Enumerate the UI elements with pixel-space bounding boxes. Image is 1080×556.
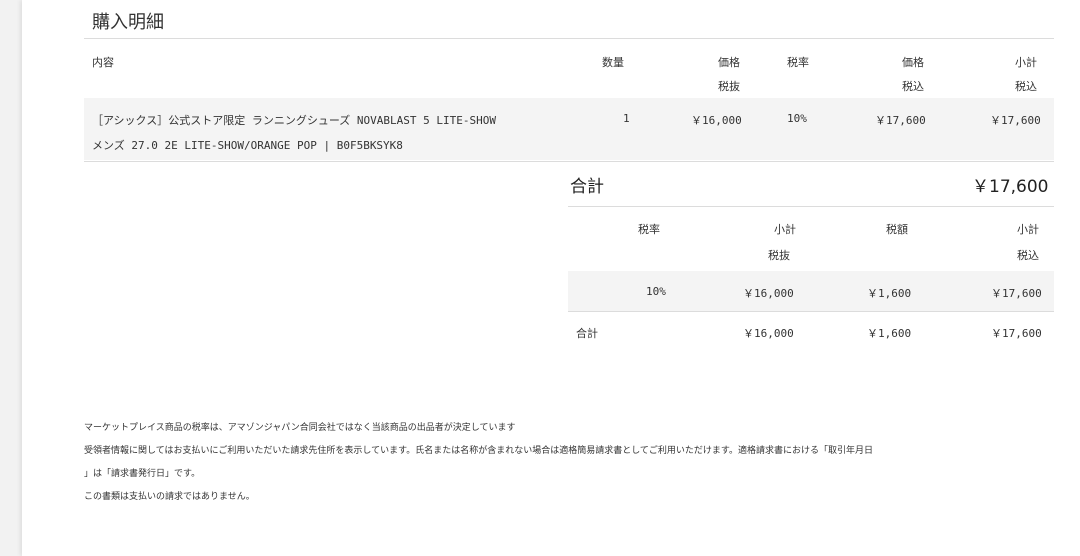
- header-tax-rate: 税率: [787, 56, 809, 69]
- item-row-divider: [84, 161, 1054, 162]
- tax-total-subtotal-ex: ￥16,000: [743, 327, 794, 340]
- item-description-line1: ［アシックス］公式ストア限定 ランニングシューズ NOVABLAST 5 LIT…: [92, 114, 496, 127]
- grand-total-label: 合計: [570, 177, 604, 197]
- header-price-in: 価格: [902, 56, 924, 69]
- tax-header-subtotal-ex-note: 税抜: [768, 249, 790, 262]
- tax-row: [568, 271, 1054, 311]
- invoice-page: 購入明細 内容 数量 価格 税抜 税率 価格 税込 小計 税込 ［アシックス］公…: [22, 0, 1080, 556]
- item-description-line2: メンズ 27.0 2E LITE-SHOW/ORANGE POP | B0F5B…: [92, 139, 403, 152]
- note-line: この書類は支払いの請求ではありません。: [84, 492, 255, 502]
- item-price-ex: ￥16,000: [691, 114, 742, 127]
- header-price-ex: 価格: [718, 56, 740, 69]
- grand-total-value: ￥17,600: [972, 177, 1049, 197]
- grand-total-divider: [568, 206, 1054, 207]
- note-line: 」は「請求書発行日」です。: [84, 469, 201, 479]
- tax-total-tax-amount: ￥1,600: [867, 327, 912, 340]
- item-tax-rate: 10%: [787, 112, 807, 125]
- tax-row-divider: [568, 311, 1054, 312]
- page-title: 購入明細: [92, 12, 164, 33]
- tax-row-rate: 10%: [646, 285, 666, 298]
- tax-header-subtotal-in-note: 税込: [1017, 249, 1039, 262]
- header-subtotal: 小計: [1015, 56, 1037, 69]
- header-price-in-note: 税込: [902, 80, 924, 93]
- header-qty: 数量: [602, 56, 624, 69]
- item-price-in: ￥17,600: [875, 114, 926, 127]
- item-qty: 1: [623, 112, 630, 125]
- item-subtotal: ￥17,600: [990, 114, 1041, 127]
- header-price-ex-note: 税抜: [718, 80, 740, 93]
- title-divider: [84, 38, 1054, 39]
- tax-row-tax-amount: ￥1,600: [867, 287, 912, 300]
- header-subtotal-note: 税込: [1015, 80, 1037, 93]
- note-line: 受領者情報に関してはお支払いにご利用いただいた請求先住所を表示しています。氏名ま…: [84, 446, 874, 456]
- tax-header-subtotal-in: 小計: [1017, 223, 1039, 236]
- header-content: 内容: [92, 56, 114, 69]
- tax-row-subtotal-in: ￥17,600: [991, 287, 1042, 300]
- tax-header-subtotal-ex: 小計: [774, 223, 796, 236]
- tax-total-label: 合計: [576, 327, 598, 340]
- tax-header-rate: 税率: [638, 223, 660, 236]
- tax-header-tax-amount: 税額: [886, 223, 908, 236]
- tax-total-subtotal-in: ￥17,600: [991, 327, 1042, 340]
- note-line: マーケットプレイス商品の税率は、アマゾンジャパン合同会社ではなく当該商品の出品者…: [84, 423, 516, 433]
- tax-row-subtotal-ex: ￥16,000: [743, 287, 794, 300]
